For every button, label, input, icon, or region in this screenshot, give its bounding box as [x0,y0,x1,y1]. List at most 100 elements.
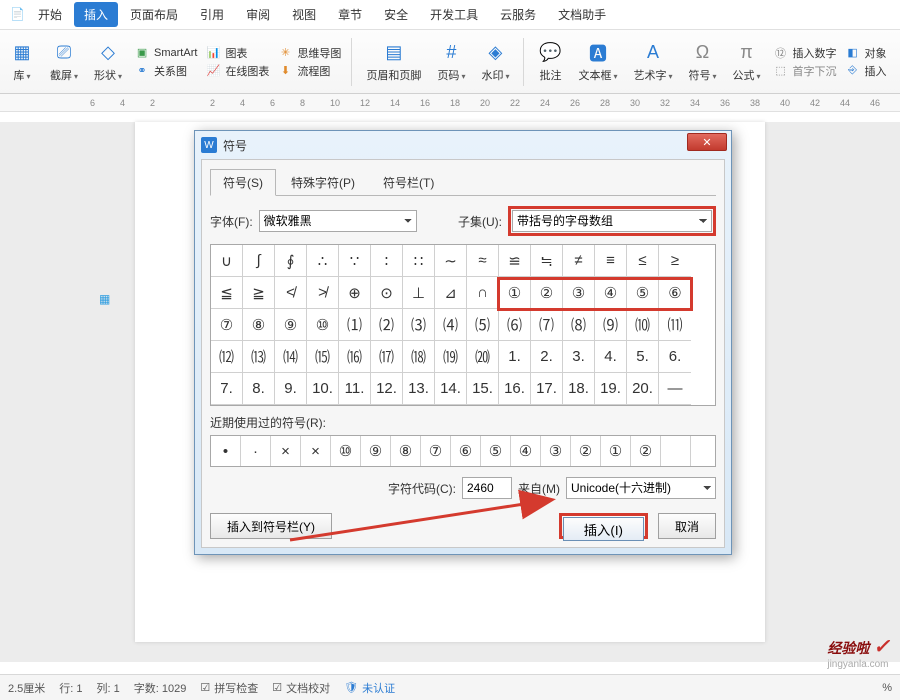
symbol-cell[interactable]: ≧ [243,277,275,309]
tab-view[interactable]: 视图 [282,2,326,27]
ribbon-equation[interactable]: π 公式▾ [729,39,765,85]
ribbon-dropcap[interactable]: ⬚首字下沉 [773,63,837,79]
symbol-cell[interactable]: ≮ [275,277,307,309]
tab-reference[interactable]: 引用 [190,2,234,27]
symbol-cell[interactable]: ⒃ [339,341,371,373]
recent-symbol-cell[interactable]: × [271,436,301,466]
symbol-cell[interactable]: 2. [531,341,563,373]
symbol-cell[interactable]: ⑦ [211,309,243,341]
ribbon-library[interactable]: ▦ 库▾ [6,39,38,85]
symbol-cell[interactable]: 11. [339,373,371,405]
symbol-cell[interactable]: ∶ [371,245,403,277]
ribbon-shapes[interactable]: ◇ 形状▾ [90,39,126,85]
ribbon-relation[interactable]: ⚭关系图 [134,63,197,79]
tab-insert[interactable]: 插入 [74,2,118,27]
ribbon-page-number[interactable]: # 页码▾ [433,39,469,85]
status-zoom[interactable]: % [882,682,892,694]
status-auth[interactable]: 🛡未认证 [344,680,395,696]
ribbon-smartart[interactable]: ▣SmartArt [134,45,197,61]
symbol-cell[interactable]: ⑼ [595,309,627,341]
tab-helper[interactable]: 文档助手 [548,2,616,27]
symbol-cell[interactable]: ⑶ [403,309,435,341]
symbol-cell[interactable]: ⑿ [211,341,243,373]
ribbon-chart[interactable]: 📊图表 [205,45,269,61]
symbol-cell[interactable]: ④ [595,277,627,309]
recent-symbol-cell[interactable]: ④ [511,436,541,466]
ribbon-insert[interactable]: ⎆插入 [845,63,887,79]
ribbon-wordart[interactable]: A 艺术字▾ [629,39,676,85]
symbol-cell[interactable]: ∵ [339,245,371,277]
recent-symbol-cell[interactable]: · [241,436,271,466]
symbol-cell[interactable]: ⒇ [467,341,499,373]
recent-symbol-cell[interactable]: × [301,436,331,466]
symbol-cell[interactable]: ⑺ [531,309,563,341]
symbol-cell[interactable]: ∮ [275,245,307,277]
status-proof[interactable]: ☑文档校对 [272,680,330,696]
symbol-cell[interactable]: 9. [275,373,307,405]
recent-symbol-cell[interactable]: ② [631,436,661,466]
symbol-cell[interactable]: ⒄ [371,341,403,373]
symbol-cell[interactable]: ≯ [307,277,339,309]
recent-symbol-cell[interactable]: ③ [541,436,571,466]
symbol-cell[interactable]: ② [531,277,563,309]
tab-symbols[interactable]: 符号(S) [210,169,276,196]
recent-symbol-cell[interactable]: ⑦ [421,436,451,466]
symbol-cell[interactable]: 20. [627,373,659,405]
symbol-cell[interactable]: ∩ [467,277,499,309]
symbol-cell[interactable]: ∫ [243,245,275,277]
recent-symbol-cell[interactable]: ⑤ [481,436,511,466]
dialog-titlebar[interactable]: W 符号 ✕ [195,131,731,159]
symbol-cell[interactable]: 14. [435,373,467,405]
ribbon-flowchart[interactable]: ⬇流程图 [277,63,341,79]
tab-special[interactable]: 特殊字符(P) [278,169,368,196]
symbol-cell[interactable]: ⊥ [403,277,435,309]
symbol-cell[interactable]: 10. [307,373,339,405]
symbol-cell[interactable]: 8. [243,373,275,405]
file-icon[interactable]: 📄 [10,7,26,23]
symbol-cell[interactable]: 3. [563,341,595,373]
recent-symbol-cell[interactable]: ⑩ [331,436,361,466]
symbol-cell[interactable]: ⑧ [243,309,275,341]
symbol-cell[interactable]: ⑥ [659,277,691,309]
symbol-cell[interactable]: 7. [211,373,243,405]
subset-select[interactable]: 带括号的字母数组 [512,210,712,232]
tab-section[interactable]: 章节 [328,2,372,27]
ribbon-header-footer[interactable]: ▤ 页眉和页脚 [362,39,425,85]
symbol-cell[interactable]: ≌ [499,245,531,277]
symbol-cell[interactable]: ∪ [211,245,243,277]
status-spell[interactable]: ☑拼写检查 [200,680,258,696]
symbol-cell[interactable]: 1. [499,341,531,373]
symbol-cell[interactable]: ⑵ [371,309,403,341]
symbol-cell[interactable]: ⑨ [275,309,307,341]
symbol-cell[interactable]: ≠ [563,245,595,277]
symbol-cell[interactable]: ∴ [307,245,339,277]
tab-review[interactable]: 审阅 [236,2,280,27]
symbol-cell[interactable]: 16. [499,373,531,405]
symbol-cell[interactable]: ⑹ [499,309,531,341]
symbol-cell[interactable]: ③ [563,277,595,309]
symbol-cell[interactable]: ⑷ [435,309,467,341]
symbol-cell[interactable]: 19. [595,373,627,405]
recent-symbol-cell[interactable]: ① [601,436,631,466]
symbol-cell[interactable]: 4. [595,341,627,373]
tab-developer[interactable]: 开发工具 [420,2,488,27]
symbol-cell[interactable]: ∷ [403,245,435,277]
insert-to-bar-button[interactable]: 插入到符号栏(Y) [210,513,332,539]
close-button[interactable]: ✕ [687,133,727,151]
symbol-cell[interactable]: ⑽ [627,309,659,341]
ribbon-comment[interactable]: 💬 批注 [534,39,566,85]
symbol-cell[interactable]: 17. [531,373,563,405]
symbol-cell[interactable]: ⒀ [243,341,275,373]
symbol-cell[interactable]: ⑤ [627,277,659,309]
symbol-cell[interactable]: 5. [627,341,659,373]
symbol-cell[interactable]: ⒁ [275,341,307,373]
recent-symbol-cell[interactable]: ⑧ [391,436,421,466]
symbol-cell[interactable]: ① [499,277,531,309]
ribbon-mindmap[interactable]: ✳思维导图 [277,45,341,61]
symbol-cell[interactable]: ⑻ [563,309,595,341]
symbol-cell[interactable]: ∼ [435,245,467,277]
symbol-cell[interactable]: ⊿ [435,277,467,309]
tab-layout[interactable]: 页面布局 [120,2,188,27]
symbol-cell[interactable]: ≤ [627,245,659,277]
ribbon-screenshot[interactable]: ⎚ 截屏▾ [46,39,82,85]
